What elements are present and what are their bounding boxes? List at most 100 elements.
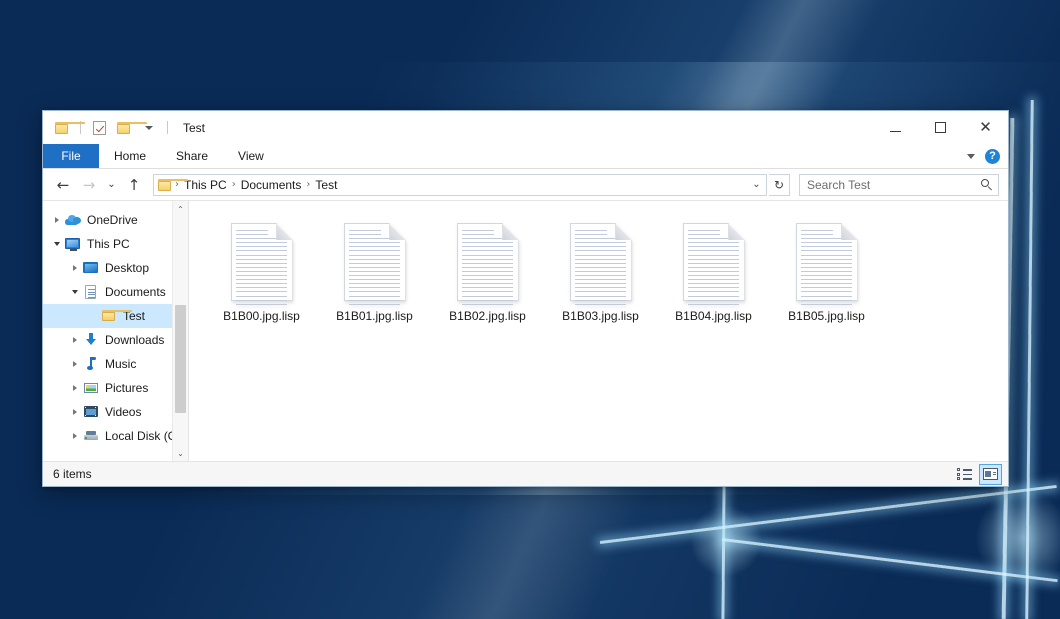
refresh-icon[interactable]: ↻ — [769, 174, 790, 196]
collapse-chevron-icon[interactable] — [49, 232, 65, 256]
close-icon: ✕ — [979, 120, 992, 135]
large-icons-view-button[interactable] — [979, 464, 1002, 485]
breadcrumb-item-test[interactable]: Test — [311, 178, 341, 192]
new-folder-icon[interactable] — [114, 118, 134, 138]
sidebar-item-local-disk-c[interactable]: Local Disk (C:) — [43, 424, 188, 448]
file-name-label: B1B03.jpg.lisp — [562, 309, 639, 324]
scroll-down-arrow-icon[interactable]: ⌄ — [173, 445, 188, 461]
scroll-up-arrow-icon[interactable]: ⌃ — [173, 201, 188, 217]
large-icons-view-icon — [983, 468, 998, 480]
downloads-icon — [83, 332, 99, 348]
tab-share[interactable]: Share — [161, 144, 223, 168]
file-name-label: B1B02.jpg.lisp — [449, 309, 526, 324]
file-item[interactable]: B1B04.jpg.lisp — [657, 218, 770, 330]
expand-chevron-icon[interactable] — [67, 424, 83, 448]
sidebar-item-label: Videos — [105, 405, 141, 419]
sidebar-item-documents[interactable]: Documents — [43, 280, 188, 304]
properties-icon[interactable] — [89, 118, 109, 138]
file-item[interactable]: B1B00.jpg.lisp — [205, 218, 318, 330]
search-box[interactable]: Search Test — [799, 174, 999, 196]
collapse-chevron-icon[interactable] — [67, 280, 83, 304]
file-name-label: B1B00.jpg.lisp — [223, 309, 300, 324]
expand-chevron-icon[interactable] — [67, 256, 83, 280]
sidebar-item-pictures[interactable]: Pictures — [43, 376, 188, 400]
expand-ribbon-chevron-icon[interactable] — [967, 154, 975, 159]
sidebar-item-label: Downloads — [105, 333, 164, 347]
generic-document-icon — [457, 223, 519, 301]
details-view-icon — [957, 468, 972, 480]
up-button[interactable]: ↑ — [122, 173, 146, 197]
disk-icon — [83, 428, 99, 444]
details-view-button[interactable] — [953, 464, 976, 485]
quick-access-toolbar: Test — [43, 111, 205, 144]
explorer-body: OneDrive This PC Desktop Documents Test Downl… — [43, 200, 1008, 461]
sidebar-item-test[interactable]: Test — [43, 304, 188, 328]
ribbon-tab-bar: File Home Share View ? — [43, 144, 1008, 169]
expand-chevron-icon[interactable] — [49, 208, 65, 232]
desktop-icon — [83, 260, 99, 276]
file-item[interactable]: B1B02.jpg.lisp — [431, 218, 544, 330]
file-name-label: B1B01.jpg.lisp — [336, 309, 413, 324]
file-item[interactable]: B1B05.jpg.lisp — [770, 218, 883, 330]
sidebar-item-music[interactable]: Music — [43, 352, 188, 376]
breadcrumb-item-documents[interactable]: Documents — [237, 178, 306, 192]
sidebar-item-label: Pictures — [105, 381, 148, 395]
generic-document-icon — [344, 223, 406, 301]
expand-chevron-icon[interactable] — [67, 400, 83, 424]
sidebar-item-label: Music — [105, 357, 136, 371]
file-item[interactable]: B1B01.jpg.lisp — [318, 218, 431, 330]
address-bar: ← → ⌄ ↑ › This PC › Documents › Test ⌄ ↻… — [43, 169, 1008, 200]
sidebar-item-label: Desktop — [105, 261, 149, 275]
tab-home[interactable]: Home — [99, 144, 161, 168]
sidebar-item-videos[interactable]: Videos — [43, 400, 188, 424]
address-dropdown-icon[interactable]: ⌄ — [747, 175, 766, 195]
recent-locations-chevron-icon[interactable]: ⌄ — [103, 173, 120, 197]
customize-qat-caret-icon[interactable] — [139, 118, 159, 138]
maximize-button[interactable] — [918, 111, 963, 144]
expand-chevron-icon[interactable] — [67, 376, 83, 400]
ribbon-right-controls: ? — [967, 144, 1008, 168]
file-explorer-window: Test ✕ File Home Share View ? ← → ⌄ ↑ › — [42, 110, 1009, 487]
sidebar-item-this-pc[interactable]: This PC — [43, 232, 188, 256]
item-count-label: 6 items — [53, 467, 92, 481]
onedrive-icon — [65, 212, 81, 228]
breadcrumb[interactable]: › This PC › Documents › Test ⌄ — [153, 174, 767, 196]
generic-document-icon — [231, 223, 293, 301]
scrollbar-track[interactable] — [173, 217, 188, 445]
file-name-label: B1B04.jpg.lisp — [675, 309, 752, 324]
sidebar-item-label: This PC — [87, 237, 130, 251]
expand-chevron-icon[interactable] — [67, 352, 83, 376]
tab-file[interactable]: File — [43, 144, 99, 168]
file-item[interactable]: B1B03.jpg.lisp — [544, 218, 657, 330]
navigation-scrollbar[interactable]: ⌃ ⌄ — [172, 201, 188, 461]
tab-view[interactable]: View — [223, 144, 279, 168]
close-button[interactable]: ✕ — [963, 111, 1008, 144]
minimize-button[interactable] — [873, 111, 918, 144]
file-name-label: B1B05.jpg.lisp — [788, 309, 865, 324]
pictures-icon — [83, 380, 99, 396]
search-input[interactable]: Search Test — [807, 178, 981, 192]
window-title: Test — [183, 121, 205, 135]
generic-document-icon — [796, 223, 858, 301]
sidebar-item-desktop[interactable]: Desktop — [43, 256, 188, 280]
thispc-icon — [65, 236, 81, 252]
sidebar-item-downloads[interactable]: Downloads — [43, 328, 188, 352]
sidebar-item-label: OneDrive — [87, 213, 138, 227]
help-icon[interactable]: ? — [985, 149, 1000, 164]
file-list-pane[interactable]: B1B00.jpg.lisp B1B01.jpg.lisp B1B02.jpg.li… — [189, 201, 1008, 461]
navigation-pane: OneDrive This PC Desktop Documents Test Downl… — [43, 201, 189, 461]
status-bar: 6 items — [43, 461, 1008, 486]
folder-icon — [101, 308, 117, 324]
music-icon — [83, 356, 99, 372]
scrollbar-thumb[interactable] — [175, 305, 186, 413]
back-button[interactable]: ← — [51, 173, 75, 197]
twisty-placeholder — [85, 304, 101, 328]
sidebar-item-label: Documents — [105, 285, 166, 299]
breadcrumb-folder-icon — [158, 179, 172, 191]
generic-document-icon — [570, 223, 632, 301]
generic-document-icon — [683, 223, 745, 301]
sidebar-item-onedrive[interactable]: OneDrive — [43, 208, 188, 232]
view-toggle-group — [953, 464, 1002, 485]
expand-chevron-icon[interactable] — [67, 328, 83, 352]
folder-icon[interactable] — [52, 118, 72, 138]
